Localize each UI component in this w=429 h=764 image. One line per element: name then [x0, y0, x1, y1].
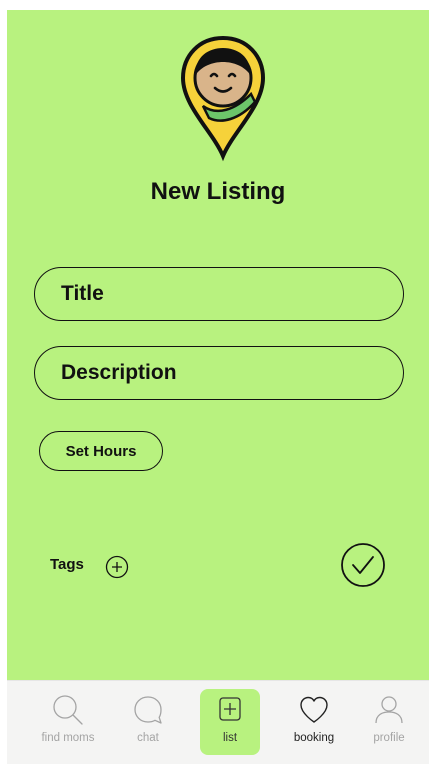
- search-icon: [53, 695, 83, 725]
- nav-item-chat[interactable]: chat: [113, 689, 183, 755]
- plus-square-icon: [219, 697, 241, 721]
- heart-icon: [300, 696, 328, 723]
- confirm-check-icon[interactable]: [340, 542, 386, 588]
- nav-label: profile: [373, 732, 405, 744]
- bottom-navigation: find moms chat list booking profile: [7, 680, 429, 764]
- description-input[interactable]: Description: [34, 346, 404, 400]
- tags-label: Tags: [50, 556, 84, 573]
- nav-label: chat: [137, 732, 159, 744]
- mom-pin-logo-icon: [180, 35, 266, 162]
- title-input[interactable]: Title: [34, 267, 404, 321]
- nav-label: list: [222, 732, 238, 744]
- nav-label: find moms: [41, 732, 95, 744]
- nav-item-list[interactable]: list: [200, 689, 260, 755]
- nav-label: booking: [293, 732, 335, 744]
- nav-item-profile[interactable]: profile: [354, 689, 424, 755]
- page-title: New Listing: [150, 178, 286, 205]
- chat-bubble-icon: [134, 696, 162, 724]
- nav-item-booking[interactable]: booking: [279, 689, 349, 755]
- set-hours-label: Set Hours: [65, 442, 137, 460]
- screen: New Listing Title Description Set Hours …: [7, 10, 429, 763]
- title-input-placeholder: Title: [61, 282, 104, 305]
- add-tag-plus-icon[interactable]: [105, 555, 129, 579]
- nav-item-find-moms[interactable]: find moms: [33, 689, 103, 755]
- person-icon: [375, 696, 403, 724]
- description-input-placeholder: Description: [61, 361, 177, 384]
- set-hours-button[interactable]: Set Hours: [39, 431, 163, 471]
